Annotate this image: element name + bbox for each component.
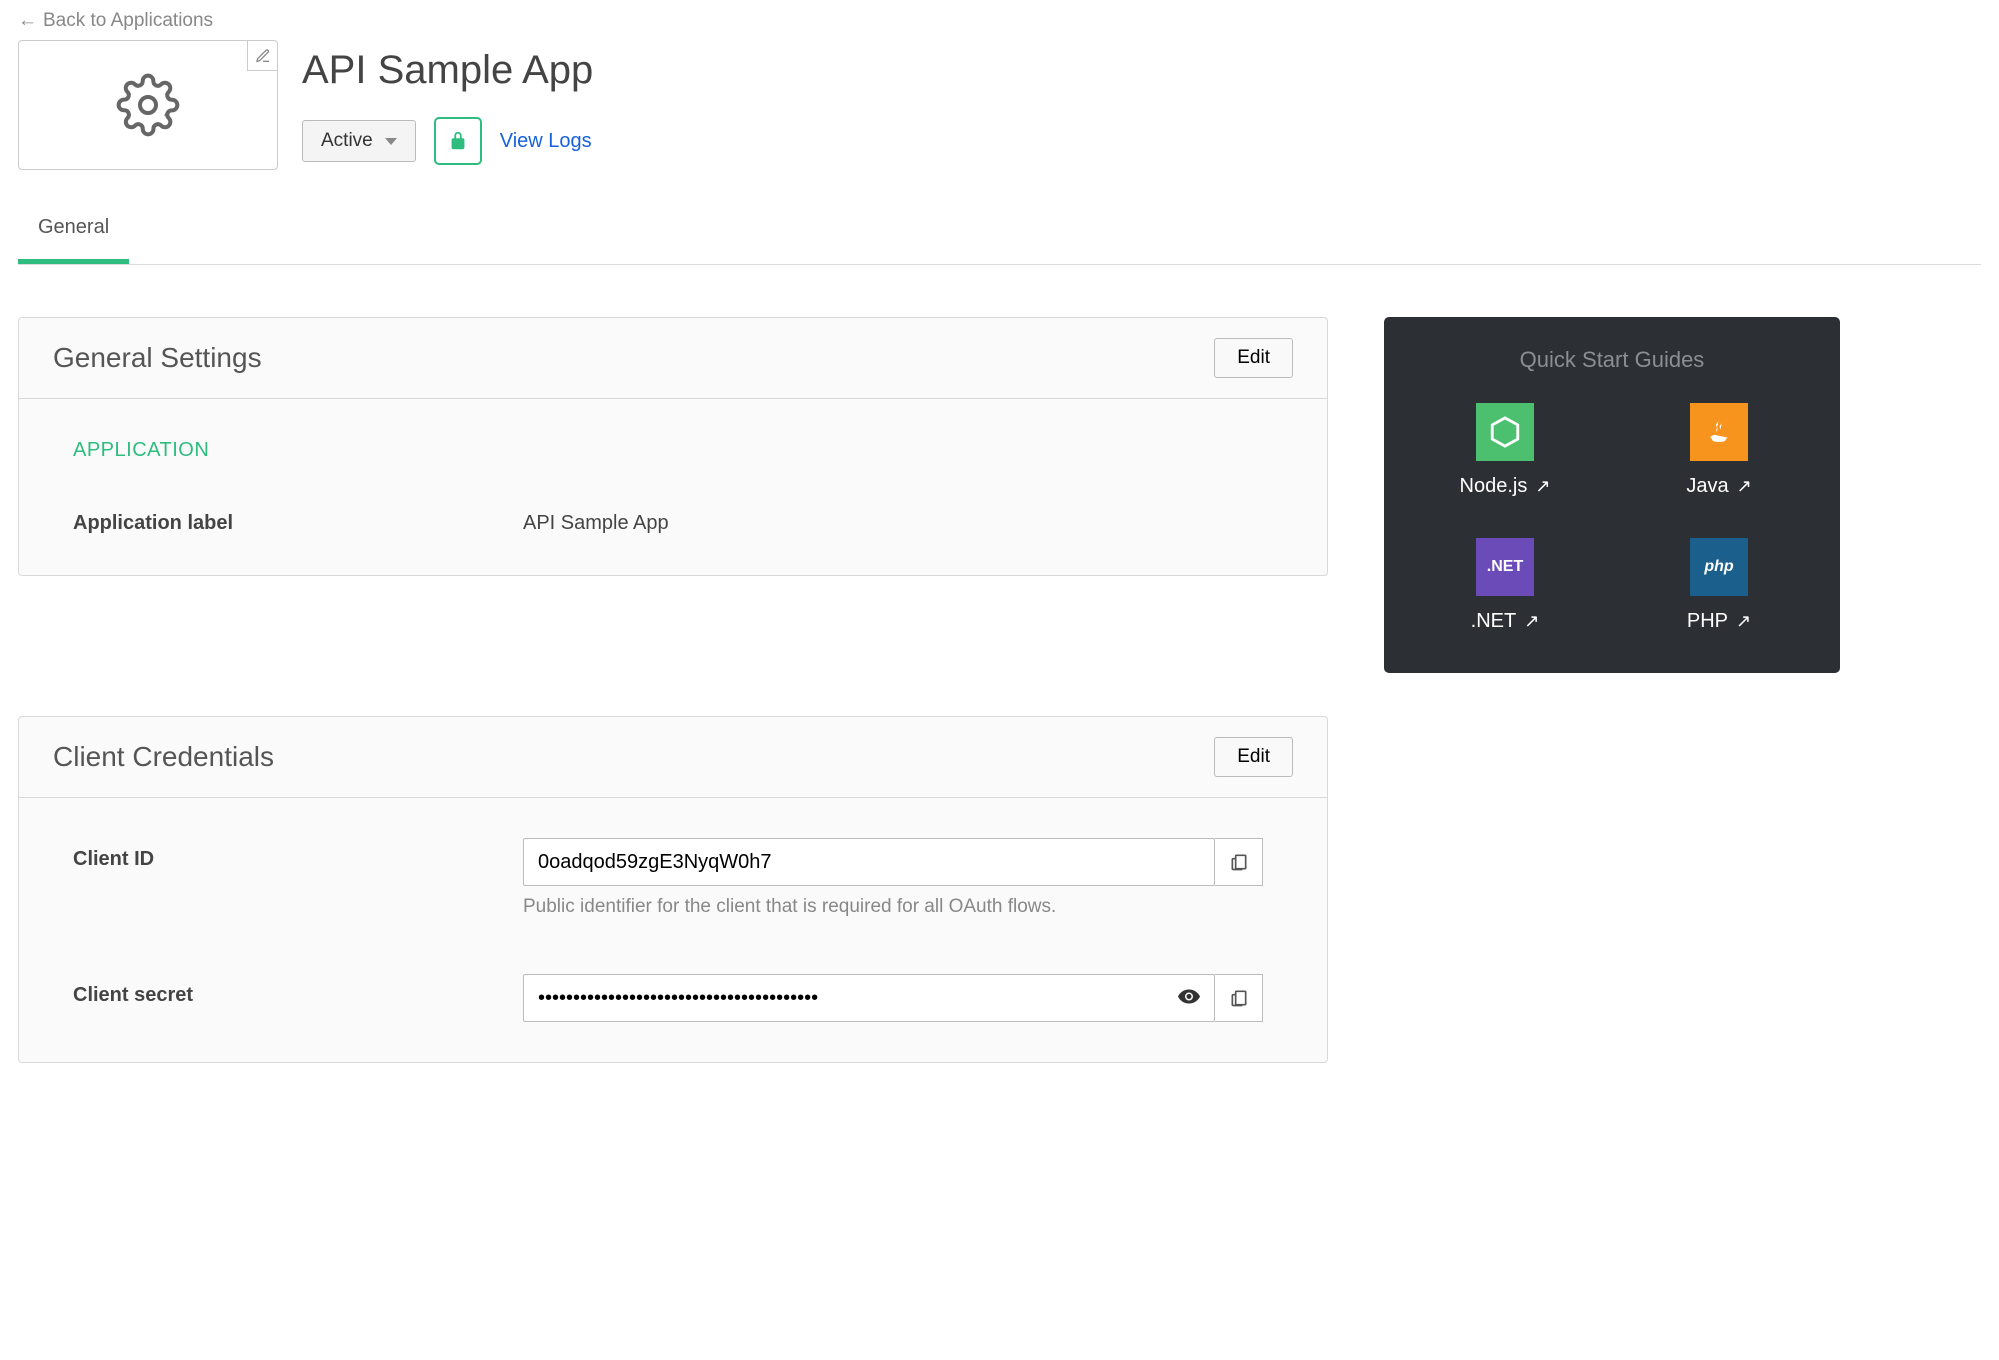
java-icon xyxy=(1690,403,1748,461)
general-settings-title: General Settings xyxy=(53,342,262,374)
external-link-icon: ↗ xyxy=(1736,611,1751,632)
app-title: API Sample App xyxy=(302,48,593,93)
quickstart-dotnet-label: .NET xyxy=(1471,610,1517,633)
quickstart-php-label: PHP xyxy=(1687,610,1728,633)
quickstart-node-link[interactable]: Node.js ↗ xyxy=(1408,403,1602,498)
client-id-copy-button[interactable] xyxy=(1215,838,1263,886)
lock-policy-button[interactable] xyxy=(434,117,482,165)
external-link-icon: ↗ xyxy=(1737,476,1752,497)
php-icon: php xyxy=(1690,538,1748,596)
edit-app-icon-button[interactable] xyxy=(247,41,277,71)
back-link-label: Back to Applications xyxy=(43,10,213,32)
general-settings-edit-button[interactable]: Edit xyxy=(1214,338,1293,378)
quickstart-java-link[interactable]: Java ↗ xyxy=(1622,403,1816,498)
tabs: General xyxy=(18,216,1981,265)
lock-icon xyxy=(447,130,469,152)
client-id-input[interactable] xyxy=(523,838,1215,886)
quickstart-node-label: Node.js xyxy=(1460,475,1528,498)
external-link-icon: ↗ xyxy=(1524,611,1539,632)
application-label-label: Application label xyxy=(73,502,523,535)
application-section-label: APPLICATION xyxy=(73,439,1273,462)
tab-general[interactable]: General xyxy=(18,216,129,264)
client-secret-label: Client secret xyxy=(73,974,523,1007)
pencil-icon xyxy=(255,48,271,64)
quickstart-panel: Quick Start Guides Node.js ↗ xyxy=(1384,317,1840,673)
app-icon-box xyxy=(18,40,278,170)
arrow-left-icon: ← xyxy=(18,10,37,32)
nodejs-icon xyxy=(1476,403,1534,461)
clipboard-icon xyxy=(1229,988,1249,1008)
quickstart-dotnet-link[interactable]: .NET .NET ↗ xyxy=(1408,538,1602,633)
clipboard-icon xyxy=(1229,852,1249,872)
client-credentials-panel: Client Credentials Edit Client ID xyxy=(18,716,1328,1063)
general-settings-panel: General Settings Edit APPLICATION Applic… xyxy=(18,317,1328,576)
client-id-hint: Public identifier for the client that is… xyxy=(523,896,1263,918)
quickstart-php-link[interactable]: php PHP ↗ xyxy=(1622,538,1816,633)
application-label-value: API Sample App xyxy=(523,502,669,535)
chevron-down-icon xyxy=(385,138,397,145)
view-logs-link[interactable]: View Logs xyxy=(500,130,592,153)
external-link-icon: ↗ xyxy=(1535,476,1550,497)
quickstart-title: Quick Start Guides xyxy=(1408,347,1816,373)
client-id-label: Client ID xyxy=(73,838,523,871)
gear-icon xyxy=(116,73,180,137)
eye-icon xyxy=(1177,985,1201,1009)
client-secret-copy-button[interactable] xyxy=(1215,974,1263,1022)
back-to-applications-link[interactable]: ← Back to Applications xyxy=(18,10,213,32)
status-value: Active xyxy=(321,130,373,152)
client-secret-toggle-visibility-button[interactable] xyxy=(1171,979,1207,1018)
quickstart-java-label: Java xyxy=(1686,475,1728,498)
client-credentials-title: Client Credentials xyxy=(53,741,274,773)
client-secret-input[interactable] xyxy=(523,974,1215,1022)
client-credentials-edit-button[interactable]: Edit xyxy=(1214,737,1293,777)
status-dropdown[interactable]: Active xyxy=(302,120,416,162)
dotnet-icon: .NET xyxy=(1476,538,1534,596)
